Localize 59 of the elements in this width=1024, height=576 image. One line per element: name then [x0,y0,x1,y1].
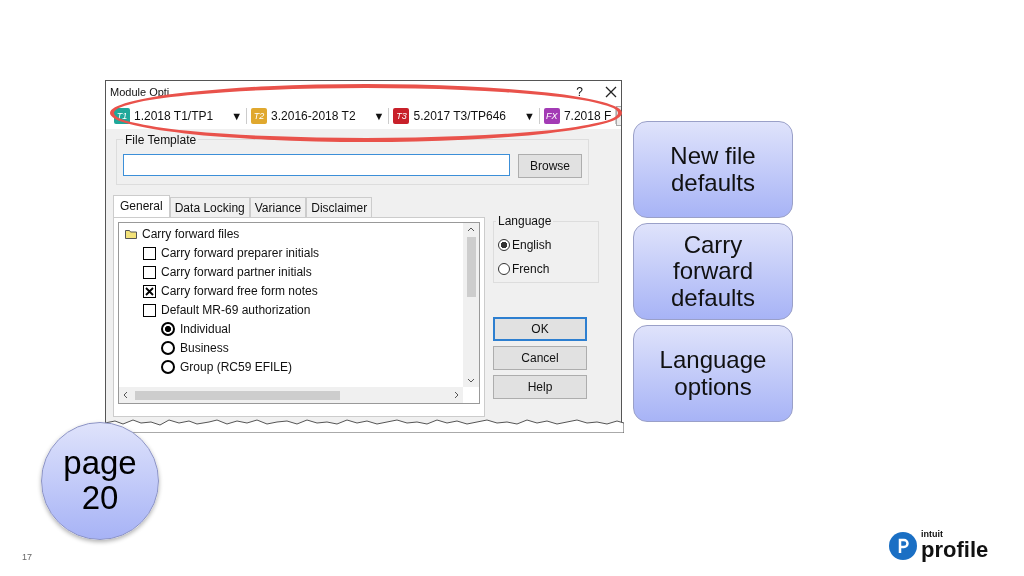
callout-box: Carry forward defaults [633,223,793,320]
module-badge-icon: T3 [393,108,410,124]
close-icon[interactable] [605,86,617,98]
module-badge-icon: FX [543,108,560,124]
tree-item-label: Carry forward files [142,227,240,241]
dialog-button[interactable]: OK [493,317,587,341]
dialog-button[interactable]: Help [493,375,587,399]
scroll-thumb[interactable] [466,237,476,297]
tree-item-label: Carry forward free form notes [161,284,318,298]
radio-button[interactable] [498,239,510,251]
module-tab[interactable]: 1.2018 T1/TP1 [134,109,214,123]
scroll-thumb[interactable] [135,390,340,400]
dropdown-arrow[interactable]: ▼ [524,110,535,122]
logo-icon [888,530,918,561]
radio-label: French [512,262,550,276]
tab[interactable]: General [113,195,170,217]
checkbox[interactable] [143,265,156,279]
group-label: Language [496,214,554,228]
module-tab[interactable]: 7.2018 F [563,109,612,123]
callout-box: New file defaults [633,121,793,218]
chevron-right-icon[interactable] [453,391,461,399]
tree-item-label: Group (RC59 EFILE) [180,360,293,374]
radio-button[interactable] [161,322,175,336]
chevron-up-icon[interactable] [467,225,475,233]
tree-item-label: Carry forward preparer initials [161,246,320,260]
tree-item-label: Business [180,341,229,355]
help-button[interactable]: ? [576,85,583,99]
page-reference-circle: page 20 [41,422,159,540]
logo-text: intuit [921,530,944,539]
radio-button[interactable] [161,360,175,374]
radio-button[interactable] [161,341,175,355]
module-tab[interactable]: 5.2017 T3/TP646 [413,109,506,123]
tab[interactable]: Data Locking [169,197,250,217]
dialog-button[interactable]: Cancel [493,346,587,370]
module-badge-icon: T2 [251,108,268,124]
horizontal-scrollbar[interactable] [119,387,463,403]
file-template-field[interactable] [123,154,510,176]
tree-item-label: Carry forward partner initials [161,265,312,279]
dropdown-arrow[interactable]: ▼ [373,110,385,122]
tab[interactable]: Variance [249,197,307,217]
module-tab[interactable]: 3.2016-2018 T2 [271,109,356,123]
browse-button[interactable]: Browse [518,154,582,178]
folder-icon [125,229,137,239]
checkbox[interactable] [143,246,156,260]
checkbox[interactable] [143,284,156,298]
group-label: File Template [123,133,199,147]
tree-item-label: Default MR-69 authorization [161,303,311,317]
dropdown-arrow[interactable]: ▼ [231,110,243,122]
chevron-down-icon[interactable] [467,377,475,385]
callout-box: Language options [633,325,793,422]
chevron-left-icon[interactable] [121,391,129,399]
radio-label: English [512,238,552,252]
tab[interactable]: Disclaimer [306,197,373,217]
logo-wordmark: profile [921,539,989,561]
checkbox[interactable] [143,303,156,317]
radio-button[interactable] [498,263,510,275]
slide-number: 17 [22,552,32,562]
tree-item-label: Individual [180,322,231,336]
vertical-scrollbar[interactable] [463,223,479,387]
